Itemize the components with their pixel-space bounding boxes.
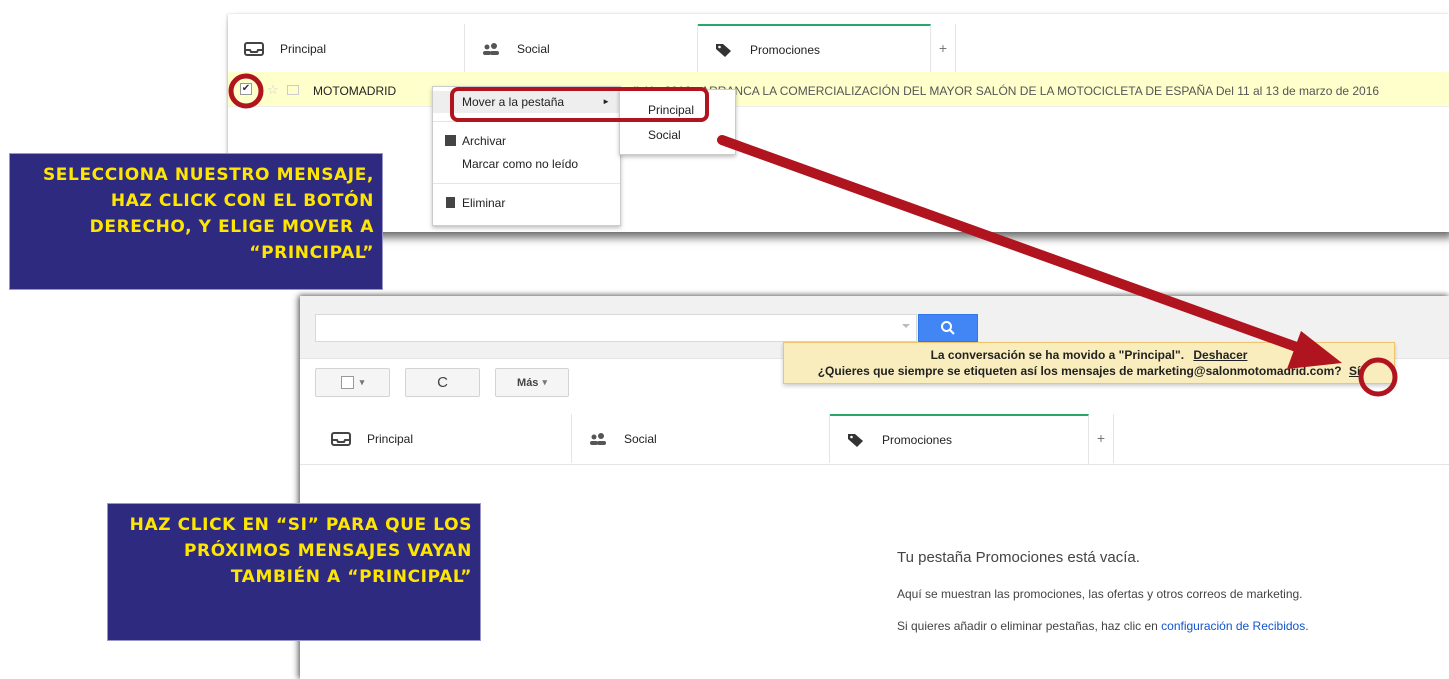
archive-icon [445,135,456,146]
add-tab-button[interactable]: + [1089,414,1114,463]
hint-text: Si quieres añadir o eliminar pestañas, h… [897,619,1162,633]
chevron-down-icon: ▾ [542,377,547,387]
tag-icon [848,434,863,447]
tab-social[interactable]: Social [465,24,698,73]
star-icon[interactable]: ☆ [267,82,279,98]
notice-line-1: La conversación se ha movido a "Principa… [784,347,1394,363]
menu-divider [433,183,620,184]
hint-suffix: . [1305,619,1309,633]
notice-line-2: ¿Quieres que siempre se etiqueten así lo… [784,363,1394,379]
inbox-icon [331,431,351,446]
search-input[interactable] [315,314,917,342]
people-icon [590,432,606,445]
context-menu: Mover a la pestaña ► Archivar Marcar com… [432,86,621,226]
message-sender: MOTOMADRID [313,84,397,98]
select-all-dropdown[interactable]: ▾ [315,368,390,397]
tab-label: Promociones [882,433,953,447]
tab-label: Social [624,431,657,446]
tab-promociones[interactable]: Promociones [830,414,1089,464]
tab-label: Social [517,41,550,56]
tab-promociones[interactable]: Promociones [698,24,931,74]
tab-label: Principal [280,41,327,56]
yes-link[interactable]: Sí [1349,364,1360,378]
chevron-down-icon: ▾ [359,377,365,387]
refresh-button[interactable]: C [405,368,480,397]
menu-item-mark-unread[interactable]: Marcar como no leído [433,153,620,175]
undo-link[interactable]: Deshacer [1193,348,1247,362]
message-row[interactable]: ✔ ☆ MOTOMADRID edición 2016 - ARRANCA LA… [228,72,1449,107]
menu-item-label: Mover a la pestaña [462,95,565,109]
tab-label: Promociones [750,43,821,57]
tab-social[interactable]: Social [572,414,830,463]
trash-icon [446,197,455,208]
menu-item-delete[interactable]: Eliminar [433,192,620,214]
people-icon [483,42,499,55]
menu-item-archive[interactable]: Archivar [433,130,620,152]
menu-item-label: Eliminar [462,196,506,210]
notice-question-text: ¿Quieres que siempre se etiqueten así lo… [817,364,1342,378]
importance-marker-icon[interactable] [287,85,299,95]
tab-principal[interactable]: Principal [315,414,572,463]
message-checkbox[interactable]: ✔ [240,83,252,95]
submenu-item-social[interactable]: Social [620,124,735,146]
notice-moved-text: La conversación se ha movido a "Principa… [930,348,1185,362]
tag-icon [716,44,731,57]
tab-principal[interactable]: Principal [228,24,465,73]
category-tabs: Principal Social Promociones + [228,24,1449,75]
screenshot-top-panel: Principal Social Promociones + ✔ ☆ MOTOM… [228,14,1449,232]
instruction-callout-1: Selecciona nuestro mensaje, haz click co… [9,153,383,290]
search-button[interactable] [918,314,978,342]
refresh-icon: C [437,374,448,391]
menu-item-label: Archivar [462,134,507,148]
category-tabs: Principal Social Promociones + [300,414,1449,465]
message-subject: edición 2016 - ARRANCA LA COMERCIALIZACI… [623,84,1380,98]
tab-label: Principal [367,431,414,446]
empty-state-title: Tu pestaña Promociones está vacía. [897,549,1140,566]
menu-item-move-to-tab[interactable]: Mover a la pestaña ► [433,91,620,113]
search-options-caret-icon[interactable] [902,324,910,328]
inbox-settings-link[interactable]: configuración de Recibidos [1161,619,1305,633]
empty-state-description: Aquí se muestran las promociones, las of… [897,587,1303,601]
search-icon [941,321,955,335]
moved-notification: La conversación se ha movido a "Principa… [783,342,1395,384]
menu-item-label: Marcar como no leído [462,157,579,171]
submenu-arrow-icon: ► [602,97,610,106]
select-all-checkbox[interactable] [340,376,354,389]
empty-state-settings-hint: Si quieres añadir o eliminar pestañas, h… [897,619,1309,633]
instruction-callout-2: Haz click en “Si” para que los próximos … [107,503,481,641]
more-label: Más [517,376,539,389]
inbox-icon [244,41,264,56]
menu-divider [433,121,620,122]
move-to-tab-submenu: Principal Social [619,89,736,155]
more-button[interactable]: Más ▾ [495,368,569,397]
submenu-item-principal[interactable]: Principal [620,99,735,121]
add-tab-button[interactable]: + [931,24,956,73]
